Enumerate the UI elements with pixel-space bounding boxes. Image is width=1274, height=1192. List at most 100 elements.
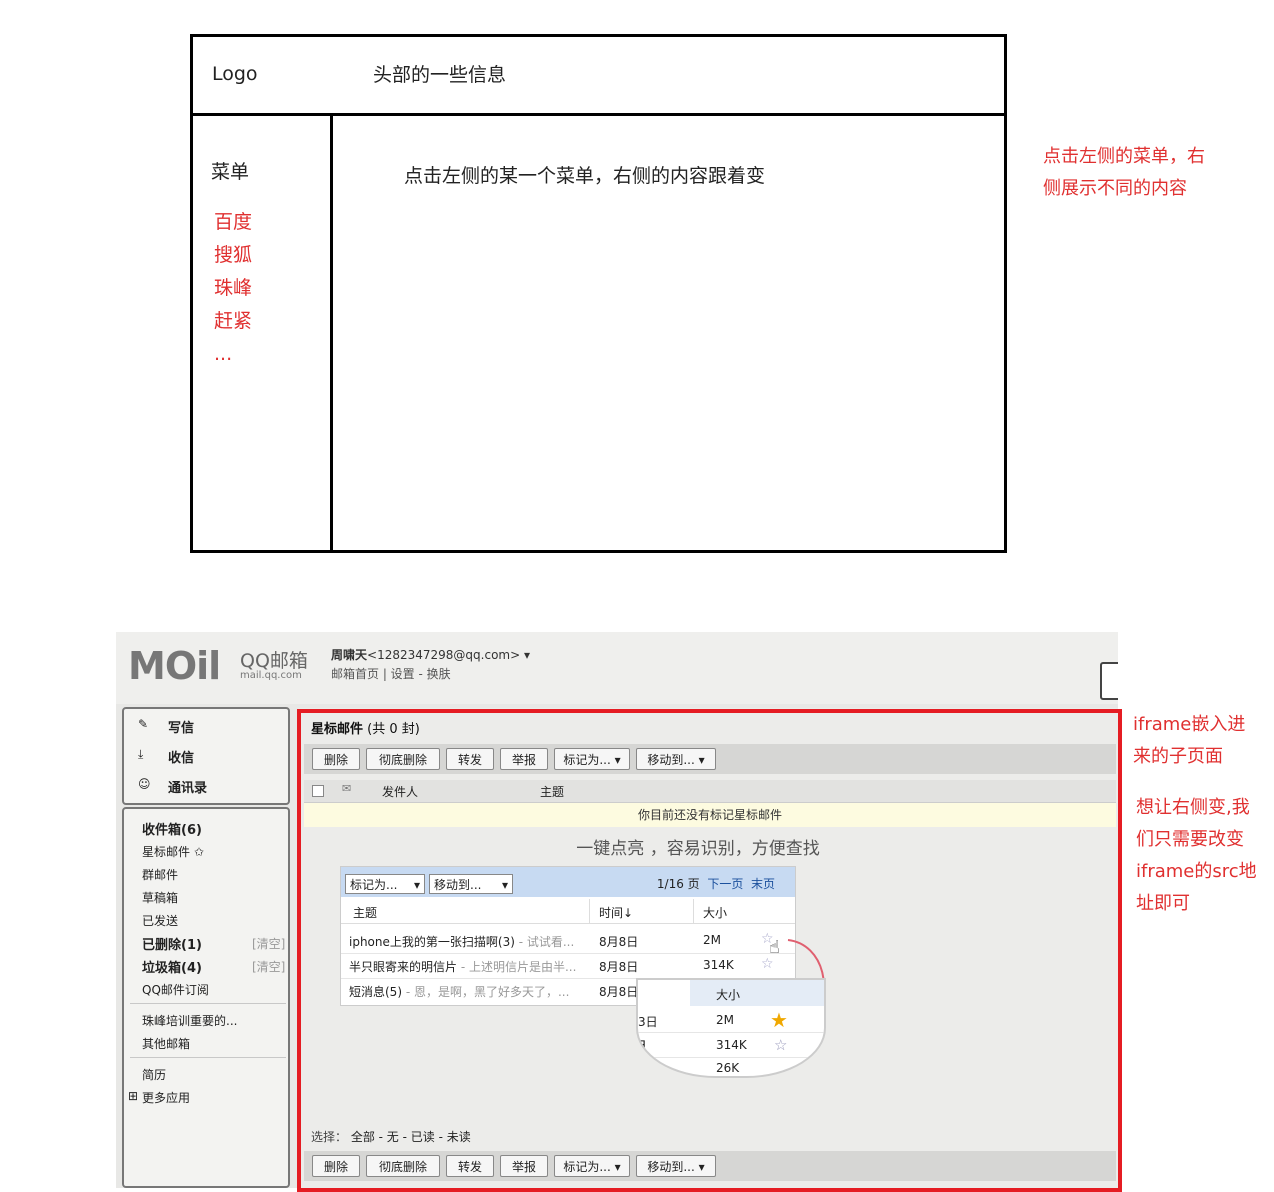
select-all-checkbox[interactable] — [312, 785, 324, 797]
wireframe-menu-item[interactable]: ... — [214, 338, 252, 371]
report-button[interactable]: 举报 — [500, 1155, 548, 1177]
bottom-toolbar: 删除 彻底删除 转发 举报 标记为... ▾ 移动到... ▾ — [304, 1151, 1116, 1181]
user-links[interactable]: 邮箱首页 | 设置 - 换肤 — [331, 665, 451, 682]
user-info[interactable]: 周啸天<1282347298@qq.com> ▾ — [331, 646, 530, 663]
divider — [130, 1057, 286, 1058]
delete-button[interactable]: 删除 — [312, 748, 360, 770]
zoom-row: 26K — [638, 1058, 824, 1076]
demo-move-select: 移动到... ▾ — [429, 874, 513, 894]
zoom-row-time: ∃ — [638, 1038, 646, 1052]
folder-starred[interactable]: 星标邮件 ✩ — [142, 843, 204, 860]
envelope-icon: ✉ — [342, 782, 352, 795]
folder-starred-label: 星标邮件 — [142, 845, 191, 859]
demo-mark-select: 标记为... ▾ — [345, 874, 425, 894]
annotation-line: 想让右侧变,我 — [1136, 797, 1250, 818]
demo-row-time: 8月8日 — [599, 935, 639, 949]
zoom-row-size: 314K — [716, 1038, 747, 1052]
folder-subscribe[interactable]: QQ邮件订阅 — [142, 981, 209, 998]
annotation-line: iframe嵌入进 — [1133, 714, 1246, 735]
folder-sent[interactable]: 已发送 — [142, 912, 178, 929]
clear-deleted-link[interactable]: [清空] — [252, 935, 285, 952]
chevron-down-icon: ▾ — [614, 1160, 621, 1174]
move-to-dropdown[interactable]: 移动到... ▾ — [636, 748, 716, 770]
folder-other[interactable]: 其他邮箱 — [142, 1035, 190, 1052]
empty-notice: 你目前还没有标记星标邮件 — [304, 803, 1116, 827]
annotation-line: 点击左侧的菜单，右 — [1043, 146, 1205, 167]
folder-inbox[interactable]: 收件箱(6) — [142, 819, 202, 838]
purge-button[interactable]: 彻底删除 — [366, 1155, 440, 1177]
qqmail-window: MOil QQ邮箱 mail.qq.com 周啸天<1282347298@qq.… — [116, 632, 1118, 1188]
wireframe-menu-item[interactable]: 百度 — [214, 206, 252, 239]
forward-button[interactable]: 转发 — [446, 748, 494, 770]
wireframe-menu-item[interactable]: 搜狐 — [214, 239, 252, 272]
zoom-col-size: 大小 — [716, 988, 741, 1002]
src-annotation: 想让右侧变,我 们只需要改变 iframe的src地 址即可 — [1136, 792, 1257, 920]
demo-list-header: 主题 时间↓ 大小 — [341, 899, 795, 924]
more-apps[interactable]: 更多应用 — [142, 1089, 190, 1106]
zoom-row: ∃ 314K ☆ — [638, 1033, 824, 1058]
clear-junk-link[interactable]: [清空] — [252, 958, 285, 975]
folder-custom[interactable]: 珠峰培训重要的... — [142, 1012, 237, 1029]
column-subject[interactable]: 主题 — [540, 783, 564, 800]
demo-row-time: 8月8日 — [599, 960, 639, 974]
topbar-box[interactable] — [1100, 662, 1118, 700]
hand-cursor-icon: ☝ — [769, 937, 780, 958]
wireframe-annotation: 点击左侧的菜单，右 侧展示不同的内容 — [1043, 141, 1205, 205]
qqmail-logo-name: QQ邮箱 — [240, 650, 308, 672]
delete-button[interactable]: 删除 — [312, 1155, 360, 1177]
wireframe-menu-item[interactable]: 珠峰 — [214, 272, 252, 305]
qqmail-topbar: MOil QQ邮箱 mail.qq.com 周啸天<1282347298@qq.… — [116, 632, 1118, 704]
annotation-line: 来的子页面 — [1133, 746, 1223, 767]
demo-row-preview: - 试试看... — [514, 935, 575, 949]
report-button[interactable]: 举报 — [500, 748, 548, 770]
app-resume[interactable]: 简历 — [142, 1066, 166, 1083]
user-name: 周啸天 — [331, 648, 368, 662]
mail-list-header: ✉ 发件人 主题 — [304, 780, 1116, 803]
folder-group[interactable]: 群邮件 — [142, 866, 178, 883]
demo-row-title: 半只眼寄来的明信片 — [349, 960, 458, 974]
move-to-dropdown[interactable]: 移动到... ▾ — [636, 1155, 716, 1177]
move-to-label: 移动到... — [647, 753, 695, 767]
write-button[interactable]: 写信 — [168, 717, 194, 736]
mark-as-dropdown[interactable]: 标记为... ▾ — [554, 748, 630, 770]
forward-button[interactable]: 转发 — [446, 1155, 494, 1177]
demo-row-title: 短消息(5) — [349, 985, 402, 999]
folder-deleted[interactable]: 已删除(1) — [142, 934, 202, 953]
contacts-button[interactable]: 通讯录 — [168, 777, 207, 796]
wireframe-menu-item[interactable]: 赶紧 — [214, 305, 252, 338]
mark-as-label: 标记为... — [563, 753, 611, 767]
annotation-line: 们只需要改变 — [1136, 829, 1244, 850]
quick-actions-panel: ✎ 写信 ⤓ 收信 ☺ 通讯录 — [122, 707, 290, 805]
chevron-down-icon[interactable]: ▾ — [524, 648, 530, 662]
expand-icon[interactable]: ⊞ — [128, 1089, 138, 1103]
folder-drafts[interactable]: 草稿箱 — [142, 889, 178, 906]
divider — [130, 1003, 286, 1004]
iframe-annotation: iframe嵌入进 来的子页面 — [1133, 709, 1245, 773]
user-email: <1282347298@qq.com> — [367, 648, 521, 662]
annotation-line: 侧展示不同的内容 — [1043, 178, 1187, 199]
selection-bar: 选择： 全部 - 无 - 已读 - 未读 — [311, 1128, 471, 1145]
mark-as-dropdown[interactable]: 标记为... ▾ — [554, 1155, 630, 1177]
demo-row: iphone上我的第一张扫描啊(3) - 试试看... 8月8日 2M ☆ — [341, 929, 795, 954]
divider — [693, 899, 694, 923]
qqmail-logo: MOil — [128, 644, 221, 688]
demo-col-time: 时间↓ — [599, 906, 634, 920]
demo-move-label: 移动到... — [434, 878, 482, 892]
select-options[interactable]: 全部 - 无 - 已读 - 未读 — [351, 1130, 471, 1144]
mark-as-label: 标记为... — [563, 1160, 611, 1174]
iframe-content: 星标邮件 (共 0 封) 删除 彻底删除 转发 举报 标记为... ▾ 移动到.… — [298, 708, 1118, 1188]
page-title-label: 星标邮件 — [311, 722, 364, 737]
purge-button[interactable]: 彻底删除 — [366, 748, 440, 770]
zoom-header: 大小 — [690, 980, 824, 1006]
annotation-line: 址即可 — [1136, 893, 1190, 914]
column-sender[interactable]: 发件人 — [382, 783, 418, 800]
folder-panel: 收件箱(6) 星标邮件 ✩ 群邮件 草稿箱 已发送 已删除(1) [清空] 垃圾… — [122, 807, 290, 1188]
demo-row-size: 2M — [703, 933, 721, 947]
demo-toolbar: 标记为... ▾ 移动到... ▾ 1/16 页 下一页 末页 — [341, 867, 795, 897]
receive-button[interactable]: 收信 — [168, 747, 194, 766]
qqmail-logo-domain: mail.qq.com — [240, 670, 302, 681]
chevron-down-icon: ▾ — [413, 878, 420, 892]
zoom-magnifier: 大小 3日 2M ★ ∃ 314K ☆ 26K — [636, 978, 826, 1078]
folder-junk[interactable]: 垃圾箱(4) — [142, 957, 202, 976]
demo-row-time: 8月8日 — [599, 985, 639, 999]
